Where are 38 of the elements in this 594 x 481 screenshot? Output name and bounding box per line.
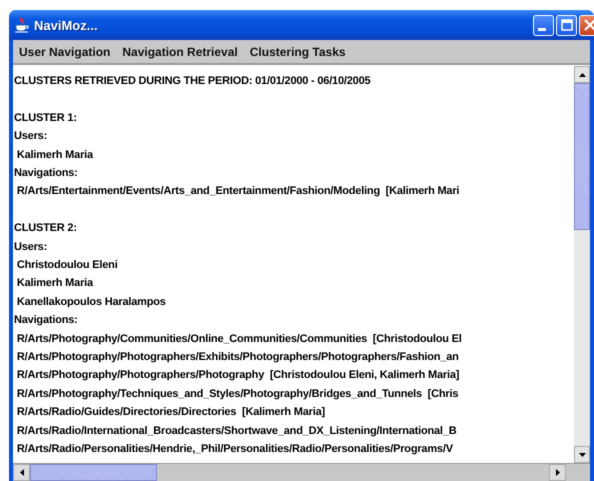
navigation-path: R/Arts/Radio/International_Broadcasters/Shortwave_and_DX_Listening/International_B bbox=[16, 424, 456, 439]
navigation-path: R/Arts/Photography/Communities/Online_Communities/Communities [Christodoulou El bbox=[16, 332, 462, 347]
menu-item[interactable]: User Navigation bbox=[19, 44, 110, 58]
scroll-down-icon[interactable] bbox=[574, 446, 590, 463]
close-icon bbox=[584, 19, 594, 31]
section-label: Users: bbox=[14, 240, 48, 255]
navigation-path: R/Arts/Photography/Techniques_and_Styles/Photography/Bridges_and_Tunnels [Chris bbox=[16, 386, 458, 402]
coffee-cup-icon bbox=[15, 17, 29, 33]
user-name: Kalimerh Maria bbox=[16, 148, 93, 163]
menu-item[interactable]: Clustering Tasks bbox=[250, 44, 346, 58]
user-name: Kanellakopoulos Haralampos bbox=[16, 294, 166, 310]
cluster-title: CLUSTER 1: bbox=[14, 110, 77, 126]
scroll-right-icon[interactable] bbox=[549, 464, 566, 481]
navigation-path: R/Arts/Radio/Guides/Directories/Directories [Kalimerh Maria] bbox=[16, 405, 325, 420]
scroll-left-icon[interactable] bbox=[13, 464, 30, 481]
maximize-button[interactable] bbox=[556, 14, 577, 36]
vertical-scrollbar[interactable] bbox=[574, 66, 590, 463]
navigation-path: R/Arts/Radio/Personalities/Hendrie,_Phil/Personalities/Radio/Personalities/Programs/V bbox=[16, 442, 453, 458]
section-label: Navigations: bbox=[14, 313, 78, 328]
maximize-icon bbox=[560, 19, 572, 31]
horizontal-scrollbar[interactable] bbox=[13, 463, 590, 481]
menu-item[interactable]: Navigation Retrieval bbox=[122, 44, 238, 58]
section-label: Navigations: bbox=[14, 166, 78, 182]
scroll-thumb[interactable] bbox=[30, 464, 157, 481]
navigation-path: R/Arts/Photography/Photographers/Exhibits/Photographers/Photographers/Fashion_an bbox=[16, 350, 459, 366]
section-label: Users: bbox=[14, 129, 48, 144]
scroll-up-icon[interactable] bbox=[574, 66, 590, 83]
user-name: Kalimerh Maria bbox=[16, 276, 93, 292]
period-heading: CLUSTERS RETRIEVED DURING THE PERIOD: 01/01/2000 - 06/10/2005 bbox=[14, 74, 370, 89]
navigation-path: R/Arts/Photography/Photographers/Photography [Christodoulou Eleni, Kalimerh Maria] bbox=[16, 368, 460, 384]
close-button[interactable] bbox=[579, 14, 594, 36]
cluster-title: CLUSTER 2: bbox=[14, 221, 77, 236]
scroll-thumb[interactable] bbox=[574, 83, 590, 230]
user-name: Christodoulou Eleni bbox=[16, 258, 118, 274]
navigation-path: R/Arts/Entertainment/Events/Arts_and_Entertainment/Fashion/Modeling [Kalimerh Mari bbox=[16, 184, 460, 200]
minimize-button[interactable] bbox=[533, 14, 554, 36]
window-title: NaviMoz... bbox=[34, 18, 99, 32]
minimize-icon bbox=[538, 28, 546, 30]
